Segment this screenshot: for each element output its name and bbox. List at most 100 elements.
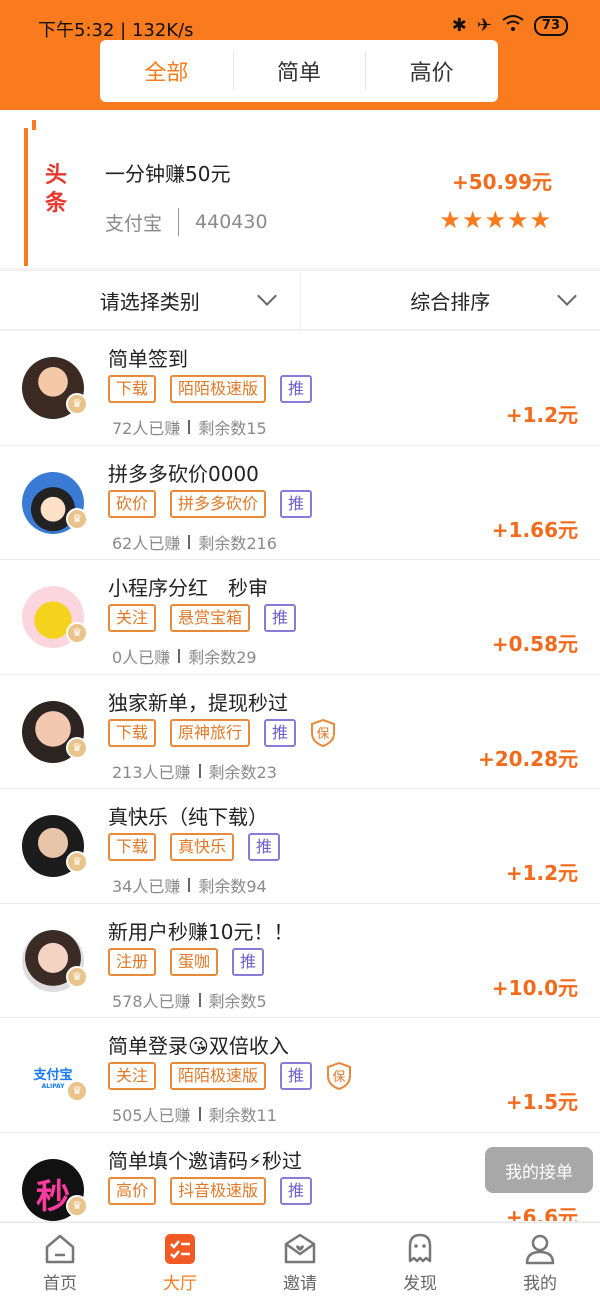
crown-icon: ♛	[66, 1194, 88, 1217]
chevron-down-icon	[557, 286, 577, 306]
task-meta: 0人已赚 剩余数29	[112, 644, 257, 668]
task-tag: 下载	[108, 375, 157, 403]
crown-icon: ♛	[66, 1080, 88, 1102]
tab-all[interactable]: 全部	[100, 40, 233, 102]
task-list: ♛ 简单签到 下载 陌陌极速版推 72人已赚 剩余数15 +1.2元 ♛ 拼多多砍…	[0, 331, 600, 1221]
task-tag: 下载	[108, 718, 157, 747]
crown-icon: ♛	[66, 965, 88, 988]
task-row[interactable]: ♛ 新用户秒赚10元！！ 注册 蛋咖推 578人已赚 剩余数5 +10.0元	[0, 903, 600, 1018]
task-remaining: 剩余数216	[198, 533, 277, 553]
crown-icon: ♛	[66, 393, 88, 415]
task-tags: 高价 抖音极速版推	[108, 1176, 313, 1205]
task-tags: 关注 悬赏宝箱推	[108, 604, 297, 632]
headline-card[interactable]: 头 条 一分钟赚50元 支付宝 440430 +50.99元 ★★★★★	[0, 110, 600, 268]
top-header: 下午5:32 | 132K/s ✱ ✈ 73 全部 简单 高价	[0, 0, 600, 110]
headline-code: 440430	[195, 211, 268, 233]
nav-invite[interactable]: 邀请	[240, 1223, 360, 1300]
home-icon	[45, 1234, 75, 1264]
task-row[interactable]: ♛ 拼多多砍价0000 砍价 拼多多砍价推 62人已赚 剩余数216 +1.66元	[0, 445, 600, 560]
task-earned-count: 213人已赚	[112, 762, 191, 782]
task-meta: 578人已赚 剩余数5	[112, 988, 267, 1012]
task-remaining: 剩余数11	[208, 1106, 277, 1125]
task-tag: 下载	[108, 833, 157, 861]
task-tags: 注册 蛋咖推	[108, 947, 265, 976]
task-reward: +1.2元	[505, 861, 578, 885]
task-tag: 关注	[108, 1062, 157, 1090]
task-tag: 砍价	[108, 489, 157, 518]
tab-simple[interactable]: 简单	[232, 40, 366, 102]
star-rating-icon: ★★★★★	[439, 206, 552, 234]
recommend-badge: 推	[248, 833, 281, 861]
task-reward: +10.0元	[491, 975, 578, 1000]
user-icon	[525, 1234, 555, 1265]
task-reward: +20.28元	[477, 746, 578, 771]
nav-hall[interactable]: 大厅	[120, 1223, 240, 1300]
task-remaining: 剩余数29	[188, 648, 257, 667]
crown-icon: ♛	[66, 622, 88, 644]
task-row[interactable]: ♛ 真快乐（纯下载） 下载 真快乐推 34人已赚 剩余数94 +1.2元	[0, 789, 600, 904]
task-earned-count: 62人已赚	[112, 533, 181, 553]
task-row[interactable]: ♛ 独家新单，提现秒过 下载 原神旅行推 保 213人已赚 剩余数23 +20.28…	[0, 674, 600, 789]
nav-discover[interactable]: 发现	[360, 1223, 480, 1300]
task-tags: 砍价 拼多多砍价推	[108, 489, 313, 518]
recommend-badge: 推	[280, 375, 313, 403]
chevron-down-icon	[256, 286, 277, 306]
task-remaining: 剩余数8	[198, 1217, 256, 1222]
task-list-icon	[165, 1234, 195, 1264]
headline-tag: 头 条	[44, 163, 67, 216]
wifi-icon	[502, 14, 524, 37]
my-orders-button[interactable]: 我的接单	[485, 1147, 593, 1193]
task-reward: +6.6元	[505, 1204, 578, 1222]
task-title: 简单填个邀请码⚡秒过	[108, 1148, 303, 1173]
task-remaining: 剩余数94	[198, 877, 267, 896]
network-speed: 132K/s	[131, 20, 194, 41]
invite-envelope-icon	[284, 1233, 316, 1264]
task-remaining: 剩余数23	[208, 762, 277, 782]
headline-meta: 支付宝 440430	[105, 208, 268, 236]
task-meta: 505人已赚 剩余数11	[112, 1102, 277, 1126]
recommend-badge: 推	[280, 489, 313, 518]
task-tag: 陌陌极速版	[170, 1062, 267, 1090]
svg-text:保: 保	[317, 727, 330, 742]
status-bar: 下午5:32 | 132K/s ✱ ✈ 73	[0, 8, 600, 42]
bottom-nav: 首页 大厅 邀请 发现 我的	[0, 1222, 600, 1300]
nav-home[interactable]: 首页	[0, 1223, 120, 1300]
task-meta: 34人已赚 剩余数94	[112, 873, 267, 897]
recommend-badge: 推	[264, 718, 297, 747]
task-earned-count: 72人已赚	[112, 419, 181, 438]
task-tag: 悬赏宝箱	[170, 604, 251, 632]
battery-icon: 73	[533, 15, 568, 36]
sort-dropdown[interactable]: 综合排序	[299, 271, 600, 329]
tab-high-price[interactable]: 高价	[365, 40, 498, 102]
category-tabs: 全部 简单 高价	[100, 40, 498, 102]
task-tag: 原神旅行	[170, 718, 251, 747]
category-dropdown[interactable]: 请选择类别	[0, 271, 300, 329]
recommend-badge: 推	[264, 604, 297, 632]
task-earned-count: 34人已赚	[112, 877, 181, 896]
task-tags: 下载 陌陌极速版推	[108, 375, 313, 403]
headline-platform: 支付宝	[105, 212, 163, 235]
task-row[interactable]: 支付宝 ALIPAY ♛ 简单登录😘双倍收入 关注 陌陌极速版推保 505人已赚 剩…	[0, 1018, 600, 1133]
task-tags: 关注 陌陌极速版推 保	[108, 1061, 353, 1091]
task-row[interactable]: ♛ 简单签到 下载 陌陌极速版推 72人已赚 剩余数15 +1.2元	[0, 331, 600, 446]
recommend-badge: 推	[280, 1176, 313, 1205]
status-time: 下午5:32	[38, 20, 115, 41]
crown-icon: ♛	[66, 736, 88, 759]
task-row[interactable]: ♛ 小程序分红 秒审 关注 悬赏宝箱推 0人已赚 剩余数29 +0.58元	[0, 560, 600, 675]
task-tag: 真快乐	[170, 833, 235, 861]
crown-icon: ♛	[66, 851, 88, 873]
task-tag: 高价	[108, 1176, 157, 1205]
guarantee-shield-icon: 保	[310, 718, 337, 747]
task-meta: 72人已赚 剩余数15	[112, 415, 267, 439]
task-tags: 下载 真快乐推	[108, 833, 281, 861]
bluetooth-icon: ✱	[451, 15, 467, 36]
task-tag: 蛋咖	[170, 947, 219, 976]
task-earned-count: 56人已赚	[112, 1217, 180, 1222]
task-earned-count: 505人已赚	[112, 1106, 191, 1125]
task-title: 简单签到	[108, 347, 188, 371]
task-reward: +1.66元	[491, 517, 578, 542]
task-title: 拼多多砍价0000	[108, 461, 259, 486]
svg-text:保: 保	[333, 1070, 346, 1085]
nav-mine[interactable]: 我的	[480, 1223, 600, 1300]
airplane-icon: ✈	[476, 15, 492, 36]
